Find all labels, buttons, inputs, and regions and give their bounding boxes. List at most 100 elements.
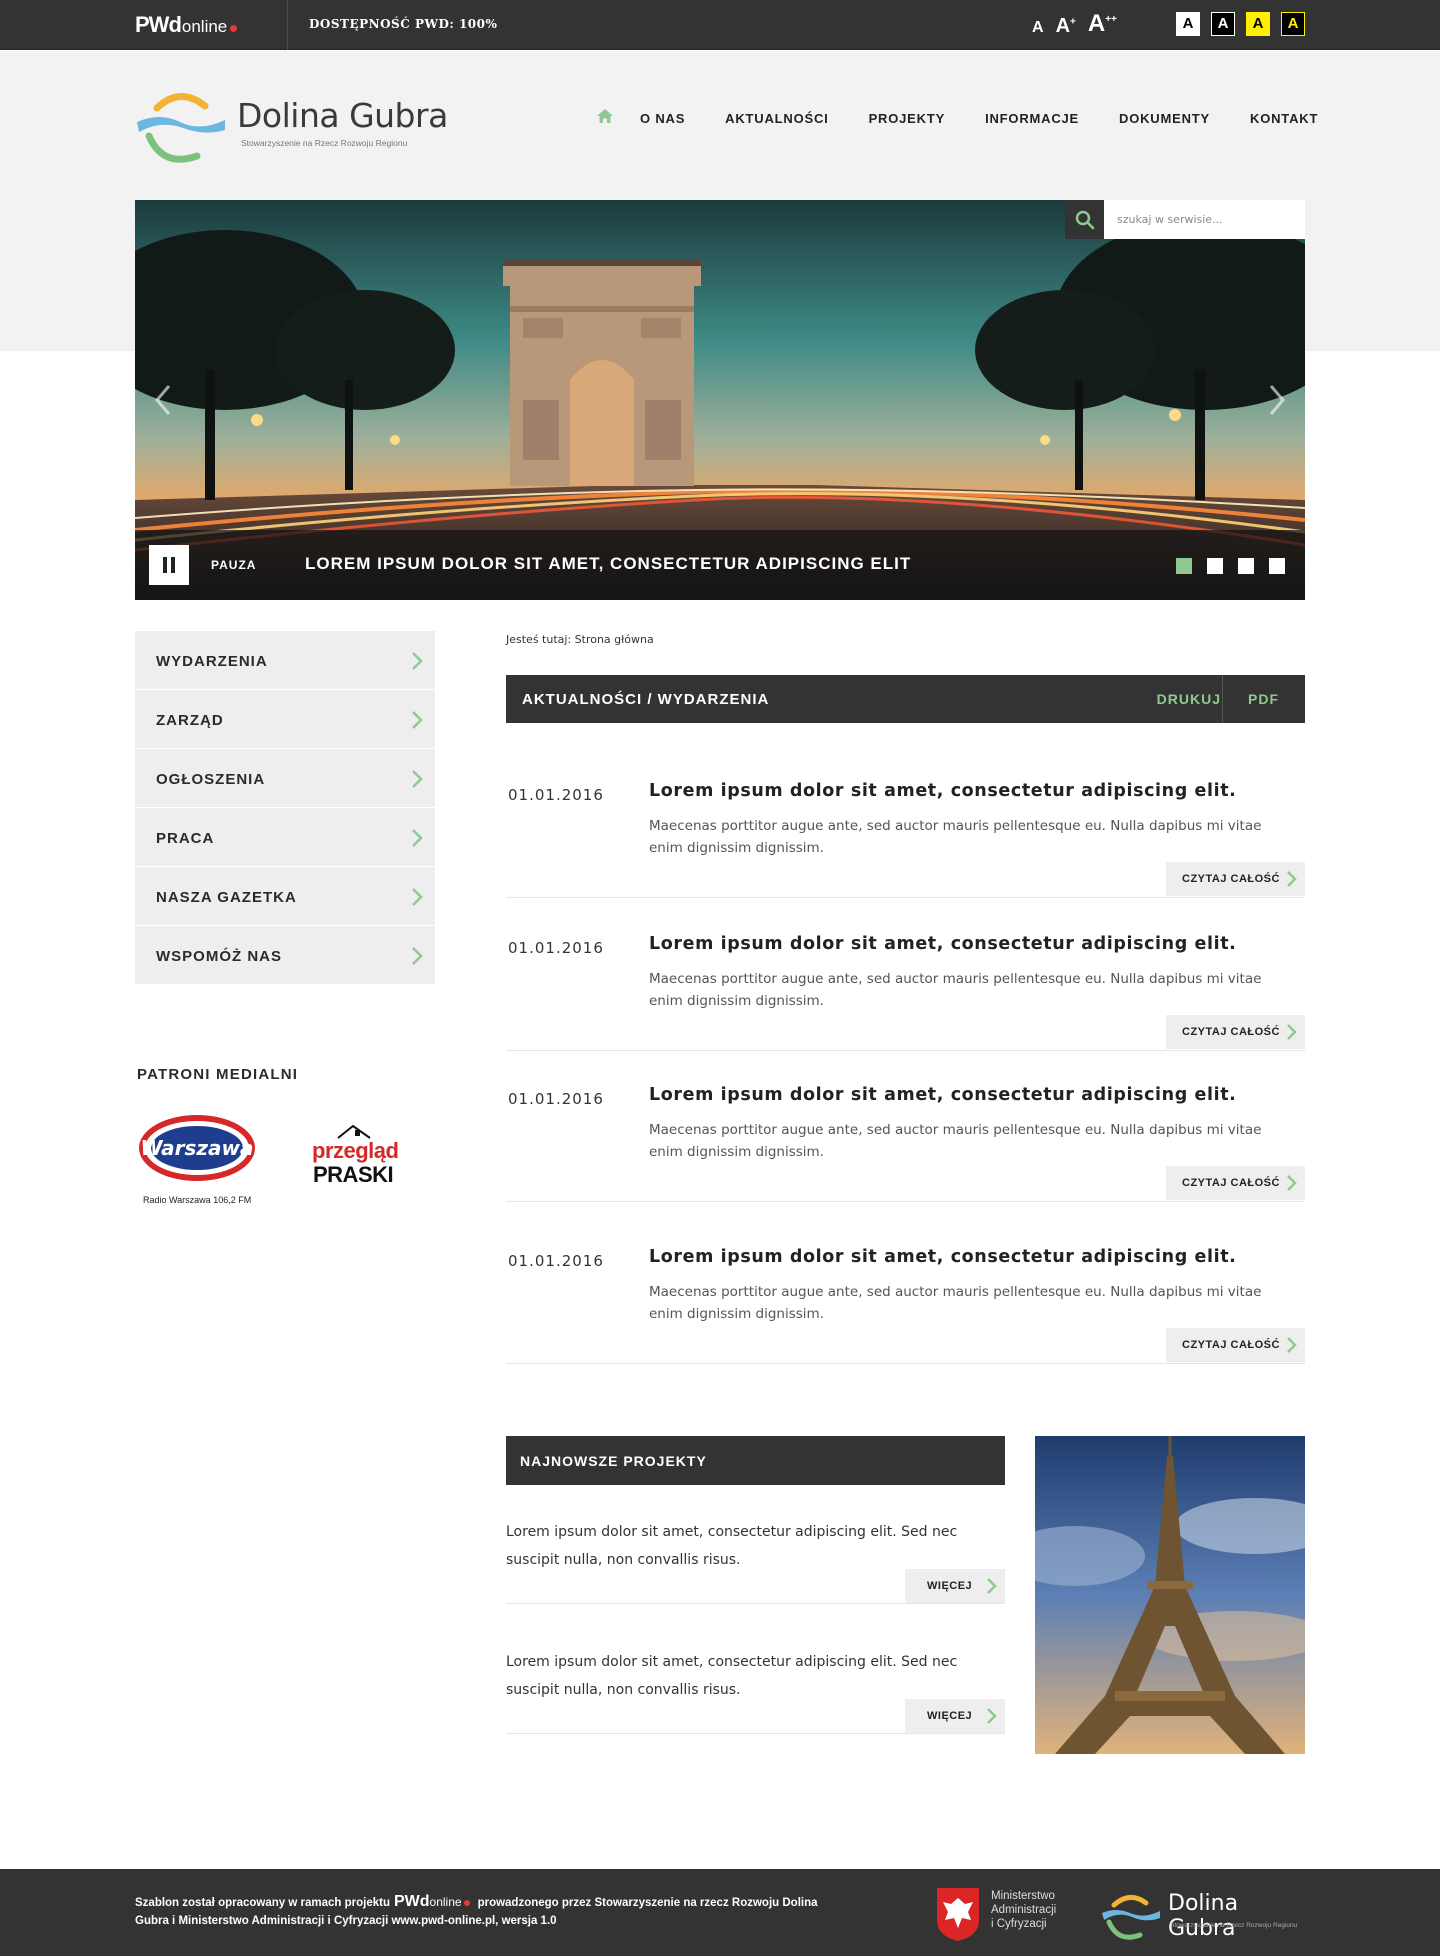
sidebar-item-label: NASZA GAZETKA: [156, 889, 297, 906]
news-date: 01.01.2016: [508, 1090, 604, 1108]
slider-dot-3[interactable]: [1238, 558, 1254, 574]
pwd-logo-suffix: online: [181, 17, 228, 36]
footer-logo-subtitle: Stowarzyszenie na Rzecz Rozwoju Regionu: [1170, 1922, 1298, 1929]
chevron-right-icon: [412, 770, 423, 788]
footer-pwd-dot: [463, 1900, 470, 1906]
print-button[interactable]: DRUKUJ: [1157, 691, 1221, 707]
ministry-name: Ministerstwo Administracji i Cyfryzacji: [991, 1889, 1056, 1931]
read-more-button[interactable]: CZYTAJ CAŁOŚĆ: [1166, 1328, 1305, 1362]
site-logo[interactable]: Dolina Gubra Stowarzyszenie na Rzecz Roz…: [135, 86, 465, 166]
patron-radio-warszawa-logo[interactable]: Warszawa Radio Warszawa 106,2 FM: [137, 1113, 257, 1213]
footer-pwd-suffix: online: [429, 1895, 462, 1909]
contrast-black-yellow[interactable]: A: [1281, 12, 1305, 36]
read-more-label: CZYTAJ CAŁOŚĆ: [1182, 873, 1280, 885]
slider-dot-4[interactable]: [1269, 558, 1285, 574]
polish-eagle-emblem-icon: [937, 1888, 979, 1941]
search-icon: [1075, 210, 1094, 229]
sidebar-item-zarzad[interactable]: ZARZĄD: [135, 690, 435, 749]
pwd-online-logo[interactable]: PWdonline: [135, 12, 238, 38]
footer-pwd-logo[interactable]: PWdonline: [394, 1893, 474, 1910]
slider-prev-button[interactable]: [149, 380, 179, 420]
radio-warszawa-logo-text: Warszawa: [140, 1136, 253, 1160]
sidebar-item-label: WSPOMÓŻ NAS: [156, 948, 282, 965]
news-date: 01.01.2016: [508, 786, 604, 804]
main-navigation: O NAS AKTUALNOŚCI PROJEKTY INFORMACJE DO…: [596, 108, 1318, 129]
sidebar-item-wspomoz-nas[interactable]: WSPOMÓŻ NAS: [135, 926, 435, 985]
chevron-right-icon: [1269, 385, 1285, 415]
font-size-normal[interactable]: A: [1032, 20, 1044, 36]
pdf-button[interactable]: PDF: [1248, 691, 1279, 707]
news-excerpt: Maecenas porttitor augue ante, sed aucto…: [649, 971, 1262, 1009]
font-size-largest-mark: ++: [1105, 14, 1117, 25]
contrast-default[interactable]: A: [1176, 12, 1200, 36]
nav-aktualnosci[interactable]: AKTUALNOŚCI: [725, 111, 828, 126]
footer-logo-mark-icon: [1102, 1895, 1160, 1940]
accessibility-status: DOSTĘPNOŚĆ PWD: 100%: [309, 17, 498, 31]
contrast-yellow-black[interactable]: A: [1246, 12, 1270, 36]
contrast-controls: A A A A: [1165, 12, 1305, 36]
logo-subtitle: Stowarzyszenie na Rzecz Rozwoju Regionu: [241, 138, 408, 148]
more-button[interactable]: WIĘCEJ: [905, 1569, 1005, 1603]
sidebar-item-wydarzenia[interactable]: WYDARZENIA: [135, 631, 435, 690]
news-title[interactable]: Lorem ipsum dolor sit amet, consectetur …: [649, 781, 1236, 801]
eiffel-tower-image: [1035, 1436, 1305, 1754]
read-more-label: CZYTAJ CAŁOŚĆ: [1182, 1026, 1280, 1038]
pause-button[interactable]: [149, 545, 189, 585]
radio-warszawa-logo-icon: Warszawa: [139, 1115, 255, 1181]
news-item: 01.01.2016 Lorem ipsum dolor sit amet, c…: [506, 1079, 1305, 1202]
more-button[interactable]: WIĘCEJ: [905, 1699, 1005, 1733]
section-header: AKTUALNOŚCI / WYDARZENIA DRUKUJ PDF: [506, 675, 1305, 723]
slider-caption-bar: PAUZA LOREM IPSUM DOLOR SIT AMET, CONSEC…: [135, 530, 1305, 600]
home-icon[interactable]: [596, 108, 616, 129]
project-text: Lorem ipsum dolor sit amet, consectetur …: [506, 1524, 958, 1568]
patron-przeglad-praski-logo[interactable]: przegląd PRASKI: [308, 1120, 418, 1190]
search-input[interactable]: [1104, 200, 1305, 239]
footer-dolina-gubra-logo[interactable]: Dolina Gubra Stowarzyszenie na Rzecz Roz…: [1100, 1891, 1305, 1941]
news-excerpt: Maecenas porttitor augue ante, sed aucto…: [649, 1284, 1262, 1322]
patron2-line1: przegląd: [312, 1138, 399, 1163]
chevron-right-icon: [412, 829, 423, 847]
pause-label[interactable]: PAUZA: [211, 558, 256, 572]
font-size-larger[interactable]: A+: [1056, 16, 1076, 36]
ministry-logo[interactable]: Ministerstwo Administracji i Cyfryzacji: [935, 1886, 1075, 1942]
contrast-black-white[interactable]: A: [1211, 12, 1235, 36]
logo-title: Dolina Gubra: [237, 96, 448, 135]
font-size-largest[interactable]: A++: [1088, 12, 1117, 36]
chevron-right-icon: [1287, 1024, 1297, 1040]
news-title[interactable]: Lorem ipsum dolor sit amet, consectetur …: [649, 1085, 1236, 1105]
read-more-button[interactable]: CZYTAJ CAŁOŚĆ: [1166, 862, 1305, 896]
search-button[interactable]: [1065, 200, 1104, 239]
projects-header: NAJNOWSZE PROJEKTY: [506, 1436, 1005, 1485]
top-bar: PWdonline DOSTĘPNOŚĆ PWD: 100% A A+ A++ …: [0, 0, 1440, 50]
news-date: 01.01.2016: [508, 939, 604, 957]
nav-informacje[interactable]: INFORMACJE: [985, 111, 1079, 126]
slider-next-button[interactable]: [1261, 380, 1291, 420]
topbar-divider: [287, 0, 288, 50]
project-image[interactable]: [1035, 1436, 1305, 1754]
sidebar-item-ogloszenia[interactable]: OGŁOSZENIA: [135, 749, 435, 808]
nav-projekty[interactable]: PROJEKTY: [869, 111, 945, 126]
read-more-button[interactable]: CZYTAJ CAŁOŚĆ: [1166, 1166, 1305, 1200]
pause-icon-bar: [171, 557, 175, 573]
font-size-controls: A A+ A++: [1032, 10, 1129, 37]
more-label: WIĘCEJ: [927, 1580, 973, 1592]
patron2-line2: PRASKI: [313, 1162, 394, 1187]
nav-kontakt[interactable]: KONTAKT: [1250, 111, 1318, 126]
nav-dokumenty[interactable]: DOKUMENTY: [1119, 111, 1210, 126]
sidebar-item-nasza-gazetka[interactable]: NASZA GAZETKA: [135, 867, 435, 926]
read-more-button[interactable]: CZYTAJ CAŁOŚĆ: [1166, 1015, 1305, 1049]
read-more-label: CZYTAJ CAŁOŚĆ: [1182, 1177, 1280, 1189]
sidebar-menu: WYDARZENIA ZARZĄD OGŁOSZENIA PRACA NASZA…: [135, 631, 435, 985]
footer-text: Szablon został opracowany w ramach proje…: [135, 1893, 835, 1930]
news-title[interactable]: Lorem ipsum dolor sit amet, consectetur …: [649, 1247, 1236, 1267]
sidebar-item-label: ZARZĄD: [156, 712, 224, 729]
slider-dot-2[interactable]: [1207, 558, 1223, 574]
news-title[interactable]: Lorem ipsum dolor sit amet, consectetur …: [649, 934, 1236, 954]
patron1-caption: Radio Warszawa 106,2 FM: [143, 1195, 252, 1205]
sidebar-item-praca[interactable]: PRACA: [135, 808, 435, 867]
nav-o-nas[interactable]: O NAS: [640, 111, 685, 126]
slider-dot-1[interactable]: [1176, 558, 1192, 574]
more-label: WIĘCEJ: [927, 1710, 973, 1722]
search-bar: [1065, 200, 1305, 239]
project-item: Lorem ipsum dolor sit amet, consectetur …: [506, 1648, 1005, 1734]
